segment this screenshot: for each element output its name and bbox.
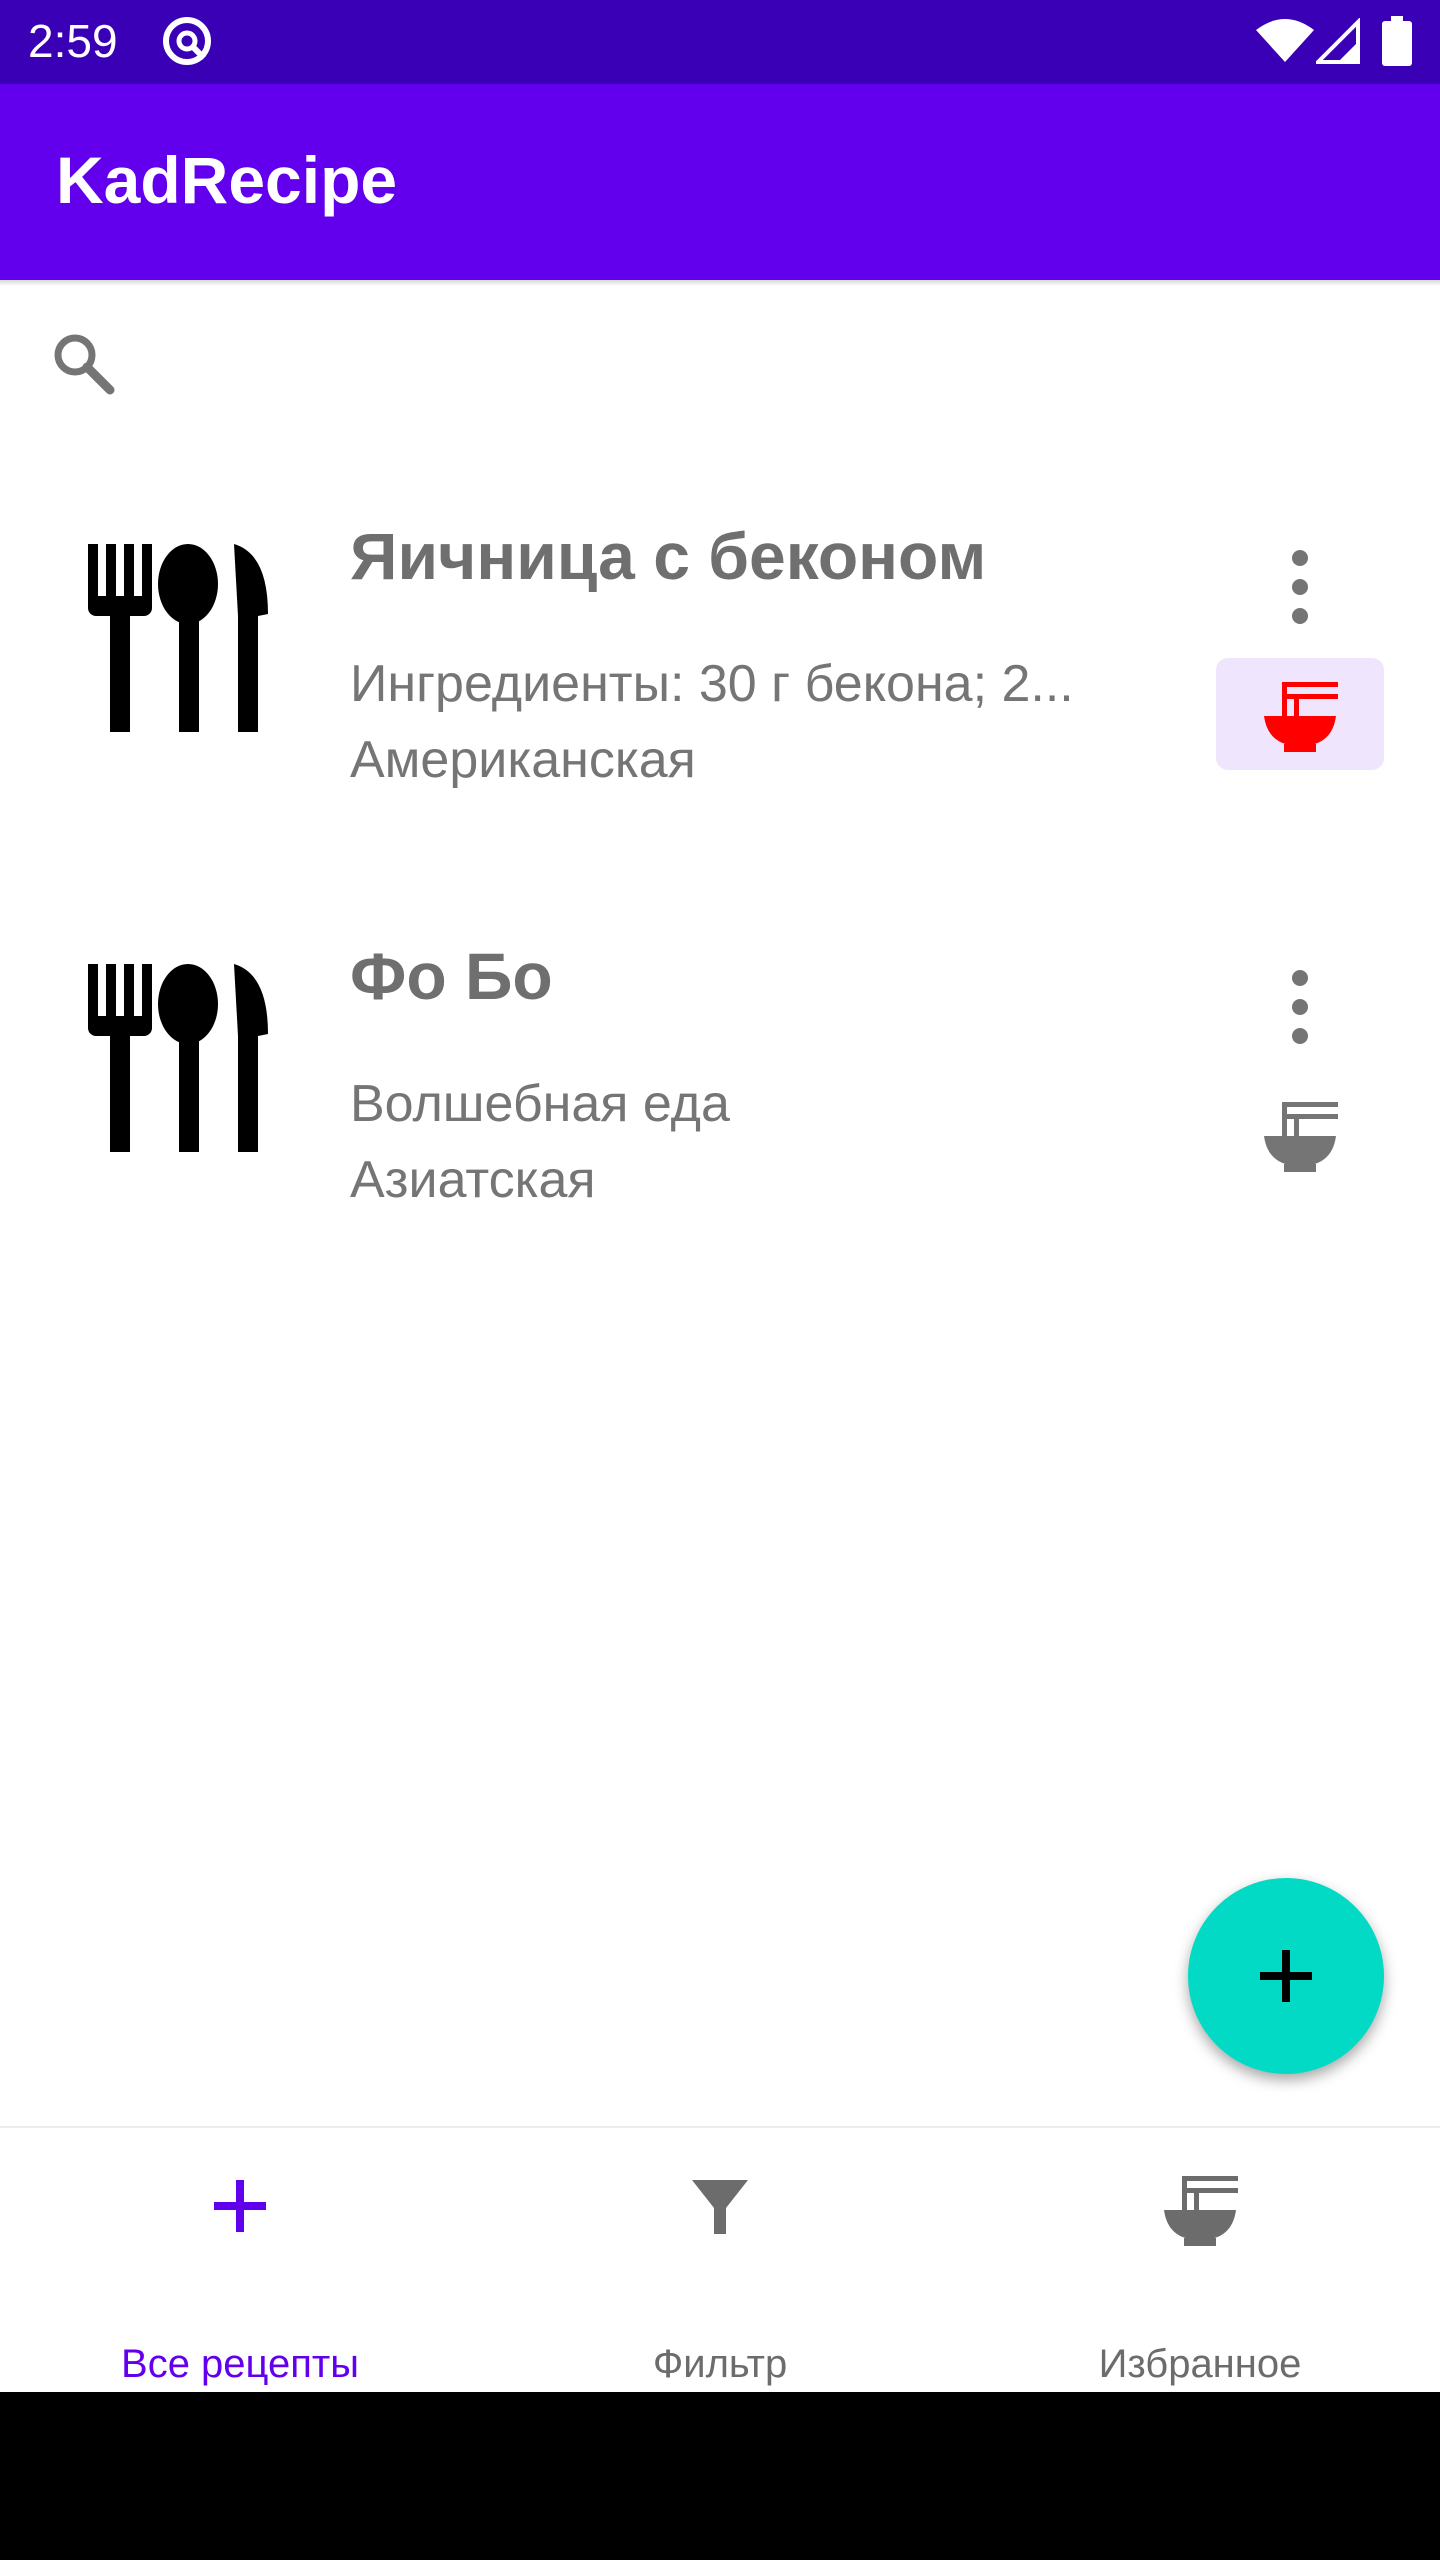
nav-favorites[interactable]: Избранное	[960, 2128, 1440, 2394]
search-icon	[54, 334, 115, 395]
nav-all-recipes[interactable]: Все рецепты	[0, 2128, 480, 2394]
nav-filter[interactable]: Фильтр	[480, 2128, 960, 2394]
app-bar-shadow	[0, 280, 1440, 286]
cell-signal-icon	[1313, 17, 1360, 69]
data-saver-icon	[160, 14, 214, 73]
noodle-bowl-icon	[1160, 2168, 1240, 2253]
nav-label: Фильтр	[652, 2342, 788, 2386]
favorite-button[interactable]	[1216, 1078, 1384, 1190]
recipe-menu-button[interactable]	[1270, 962, 1330, 1052]
recipe-cuisine: Азиатская	[350, 1151, 596, 1209]
recipe-name: Яичница с беконом	[350, 519, 987, 593]
status-time: 2:59	[28, 15, 118, 67]
status-bar: 2:59	[0, 0, 1440, 84]
recipe-menu-button[interactable]	[1270, 542, 1330, 632]
nav-label: Избранное	[1098, 2342, 1302, 2386]
favorite-button[interactable]	[1216, 658, 1384, 770]
bottom-navigation: Все рецепты Фильтр Избранное	[0, 2126, 1440, 2394]
more-vert-icon	[1292, 970, 1308, 1044]
nav-label: Все рецепты	[121, 2342, 359, 2386]
recipe-card[interactable]: Яичница с беконом Ингредиенты: 30 г беко…	[0, 480, 1440, 860]
plus-icon	[1260, 1950, 1312, 2002]
system-navigation-bar	[0, 2392, 1440, 2560]
more-vert-icon	[1292, 550, 1308, 624]
cutlery-icon	[82, 544, 268, 739]
wifi-icon	[1256, 18, 1314, 69]
noodle-bowl-icon	[1264, 1102, 1338, 1172]
recipe-card[interactable]: Фо Бо Волшебная еда Азиатская	[0, 900, 1440, 1280]
filter-icon	[682, 2168, 758, 2249]
recipe-name: Фо Бо	[350, 939, 553, 1013]
plus-icon	[202, 2168, 278, 2249]
recipe-description: Волшебная еда	[350, 1075, 730, 1133]
app-bar: KadRecipe	[0, 84, 1440, 280]
add-recipe-button[interactable]	[1188, 1878, 1384, 2074]
app-title: KadRecipe	[56, 143, 398, 217]
recipe-description: Ингредиенты: 30 г бекона; 2...	[350, 655, 1074, 713]
noodle-bowl-icon	[1264, 682, 1338, 752]
search-button[interactable]	[48, 328, 118, 403]
cutlery-icon	[82, 964, 268, 1159]
recipe-cuisine: Американская	[350, 731, 696, 789]
battery-icon	[1382, 16, 1412, 71]
